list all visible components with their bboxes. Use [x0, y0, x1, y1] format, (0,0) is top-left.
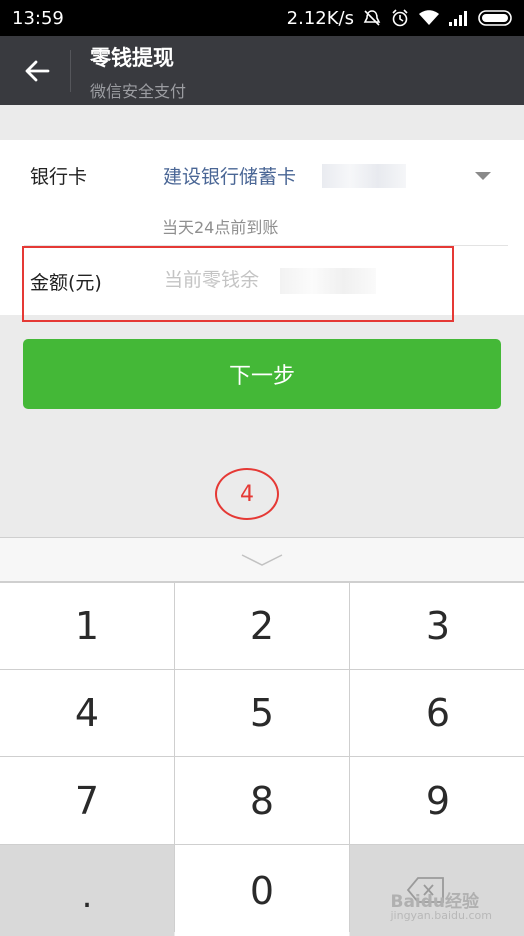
keyboard-collapse-handle[interactable]	[0, 537, 524, 582]
watermark: Baidu经验 jingyan.baidu.com	[390, 892, 492, 923]
key-6[interactable]: 6	[350, 670, 524, 756]
arrival-note: 当天24点前到账	[162, 218, 279, 237]
chevron-down-icon[interactable]	[475, 172, 491, 180]
alarm-icon	[390, 8, 410, 28]
page-title: 零钱提现	[90, 46, 174, 70]
masked-card-number	[322, 164, 406, 188]
annotation-highlight-box	[22, 246, 454, 322]
network-speed: 2.12K/s	[286, 7, 354, 29]
appbar-divider	[70, 50, 71, 92]
bank-card-selector[interactable]: 建设银行储蓄卡	[163, 162, 296, 189]
arrow-left-icon	[25, 60, 50, 82]
key-5[interactable]: 5	[175, 670, 349, 756]
watermark-url: jingyan.baidu.com	[390, 909, 492, 922]
key-7[interactable]: 7	[0, 757, 174, 844]
key-3[interactable]: 3	[350, 583, 524, 669]
bank-card-label: 银行卡	[30, 166, 88, 188]
watermark-brand: Baidu经验	[390, 892, 480, 912]
status-time: 13:59	[12, 7, 64, 29]
key-8[interactable]: 8	[175, 757, 349, 844]
annotation-step-marker: 4	[215, 468, 279, 520]
wifi-icon	[418, 9, 440, 27]
silent-icon	[362, 8, 382, 28]
key-4[interactable]: 4	[0, 670, 174, 756]
signal-icon	[448, 9, 470, 27]
key-decimal[interactable]: .	[0, 845, 174, 936]
key-1[interactable]: 1	[0, 583, 174, 669]
key-0[interactable]: 0	[175, 845, 349, 936]
key-backspace[interactable]: Baidu经验 jingyan.baidu.com	[350, 845, 524, 936]
chevron-down-icon	[241, 553, 283, 566]
key-9[interactable]: 9	[350, 757, 524, 844]
back-button[interactable]	[20, 54, 54, 88]
status-icons: 2.12K/s	[287, 8, 514, 29]
app-bar: 零钱提现 微信安全支付	[0, 36, 524, 105]
next-step-button[interactable]: 下一步	[23, 339, 501, 409]
key-2[interactable]: 2	[175, 583, 349, 669]
battery-icon	[478, 9, 514, 27]
numeric-keypad: 1 2 3 4 5 6 7 8 9 . 0 Baidu经验 jingyan.ba…	[0, 582, 524, 936]
status-bar: 13:59 2.12K/s	[0, 0, 524, 36]
page-subtitle: 微信安全支付	[90, 82, 187, 101]
